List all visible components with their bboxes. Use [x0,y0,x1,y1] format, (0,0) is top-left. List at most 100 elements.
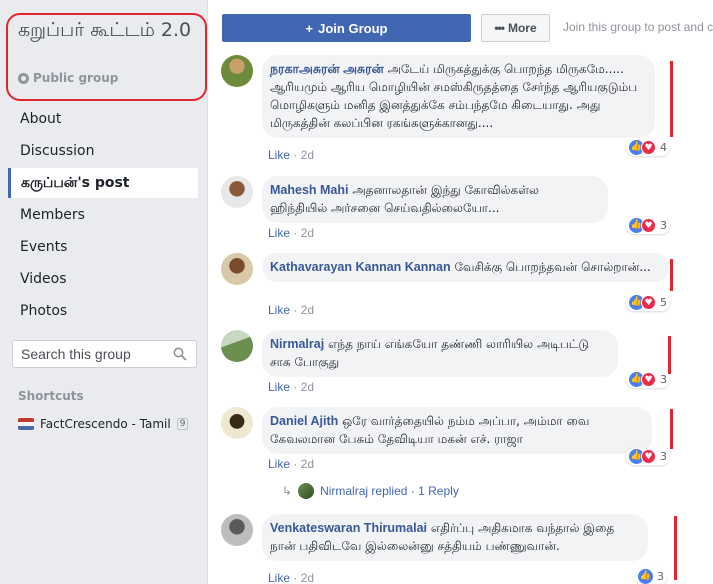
thumbs-up-icon: 👍 [638,569,653,584]
shortcut-label: FactCrescendo - Tamil [40,417,171,431]
reply-author: Nirmalraj [320,484,369,498]
comment-meta: Like · 2d [268,148,315,162]
globe-icon [18,72,29,84]
reaction-count: 3 [660,450,667,463]
reply-avatar [298,483,315,499]
avatar[interactable] [221,514,253,546]
shortcut-factcrescendo[interactable]: FactCrescendo - Tamil 9 [18,415,198,433]
highlight-annotation [668,336,671,374]
nav-events[interactable]: Events [8,232,198,262]
shortcuts-heading: Shortcuts [18,389,84,403]
search-icon[interactable] [173,347,187,361]
nav-photos[interactable]: Photos [8,296,198,326]
comment-meta: Like · 2d [268,457,315,471]
heart-icon: ♥ [641,218,656,233]
highlight-annotation [674,516,677,580]
comment-author[interactable]: Kathavarayan Kannan Kannan [270,260,451,274]
comment-bubble: நரகாஅசுரன் அசுரன் அடேய் மிருகத்துக்கு பொ… [262,55,655,138]
privacy-label: Public group [18,71,118,85]
group-name[interactable]: கறுப்பர் கூட்டம் 2.0 [18,18,198,42]
plus-icon: + [305,20,314,36]
like-link[interactable]: Like [268,148,290,162]
reaction-summary[interactable]: 👍 ♥ 3 [626,448,670,465]
comment-meta: Like · 2d [268,571,315,584]
nav-about[interactable]: About [8,104,198,134]
reply-arrow-icon: ↳ [282,484,293,498]
comment-time[interactable]: 2d [301,226,314,240]
join-hint-text: Join this group to post and c [563,20,713,34]
heart-icon: ♥ [641,140,656,155]
join-group-label: Join Group [318,20,388,36]
comment-bubble: Daniel Ajith ஒரே வார்த்தையில் நம்ம அப்பா… [262,407,652,454]
comment-author[interactable]: நரகாஅசுரன் அசுரன் [270,62,384,76]
more-dots-icon: ••• [494,21,505,35]
avatar[interactable] [221,55,253,87]
comment-meta: Like · 2d [268,226,315,240]
comment-author[interactable]: Nirmalraj [270,337,324,351]
comment: Kathavarayan Kannan Kannan வேசிக்கு பொறந… [221,253,713,321]
like-link[interactable]: Like [268,571,290,584]
like-link[interactable]: Like [268,457,290,471]
reply-action: replied [371,484,408,498]
view-replies-link[interactable]: ↳ Nirmalraj replied · 1 Reply [282,483,459,499]
reaction-count: 3 [660,219,667,232]
nav-post-active[interactable]: கருப்பன்'s post [8,168,198,198]
group-sidebar: கறுப்பர் கூட்டம் 2.0 Public group About … [0,0,208,584]
reaction-count: 3 [657,570,664,583]
comment-time[interactable]: 2d [301,303,314,317]
comment: Nirmalraj எந்த நாய் எங்கயோ தண்ணி லாரியில… [221,330,713,398]
comment-author[interactable]: Venkateswaran Thirumalai [270,521,427,535]
reaction-count: 3 [660,373,667,386]
comment-bubble: Nirmalraj எந்த நாய் எங்கயோ தண்ணி லாரியில… [262,330,618,377]
avatar[interactable] [221,253,253,285]
avatar[interactable] [221,176,253,208]
highlight-annotation [670,409,673,449]
comment-bubble: Kathavarayan Kannan Kannan வேசிக்கு பொறந… [262,253,669,282]
comment-author[interactable]: Mahesh Mahi [270,183,349,197]
comment-text: வேசிக்கு பொறந்தவன் சொல்றான்... [454,260,651,274]
heart-icon: ♥ [641,295,656,310]
more-label: More [507,21,537,35]
nav-discussion[interactable]: Discussion [8,136,198,166]
comment: நரகாஅசுரன் அசுரன் அடேய் மிருகத்துக்கு பொ… [221,55,713,165]
like-link[interactable]: Like [268,226,290,240]
comment: Venkateswaran Thirumalai எதிர்ப்பு அதிகம… [221,514,713,584]
heart-icon: ♥ [641,372,656,387]
comment-bubble: Venkateswaran Thirumalai எதிர்ப்பு அதிகம… [262,514,648,561]
heart-icon: ♥ [641,449,656,464]
reaction-count: 5 [660,296,667,309]
reaction-count: 4 [660,141,667,154]
reply-count: 1 Reply [418,484,459,498]
avatar[interactable] [221,330,253,362]
reaction-summary[interactable]: 👍 3 [635,568,667,584]
privacy-text: Public group [33,71,119,85]
group-search [12,340,197,368]
comment-meta: Like · 2d [268,303,315,317]
search-input[interactable] [13,341,173,367]
comment-time[interactable]: 2d [301,457,314,471]
reaction-summary[interactable]: 👍 ♥ 3 [626,371,670,388]
like-link[interactable]: Like [268,380,290,394]
comment-time[interactable]: 2d [301,380,314,394]
reply-separator: · [410,484,415,498]
comment: Mahesh Mahi அதனாலதான் இந்து கோவில்கள்ல ஹ… [221,176,713,244]
reaction-summary[interactable]: 👍 ♥ 3 [626,217,670,234]
comment-meta: Like · 2d [268,380,315,394]
avatar[interactable] [221,407,253,439]
more-button[interactable]: ••• More [481,14,550,42]
highlight-annotation [670,61,673,137]
comment-time[interactable]: 2d [301,148,314,162]
nav-members[interactable]: Members [8,200,198,230]
comment-author[interactable]: Daniel Ajith [270,414,338,428]
reaction-summary[interactable]: 👍 ♥ 5 [626,294,670,311]
comment-bubble: Mahesh Mahi அதனாலதான் இந்து கோவில்கள்ல ஹ… [262,176,608,223]
nav-videos[interactable]: Videos [8,264,198,294]
join-group-button[interactable]: + Join Group [222,14,471,42]
highlight-annotation [670,259,673,291]
reaction-summary[interactable]: 👍 ♥ 4 [626,139,670,156]
like-link[interactable]: Like [268,303,290,317]
shortcut-count-badge: 9 [176,418,189,430]
group-icon [18,418,34,430]
comment: Daniel Ajith ஒரே வார்த்தையில் நம்ம அப்பா… [221,407,713,475]
comment-time[interactable]: 2d [301,571,314,584]
